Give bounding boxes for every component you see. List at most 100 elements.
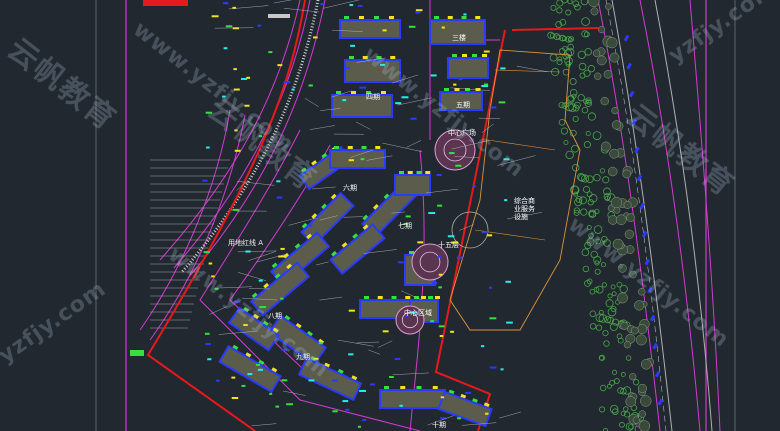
annotation-marker	[503, 158, 510, 161]
unit-tag	[334, 146, 339, 149]
annotation-marker	[231, 376, 236, 379]
tree	[580, 0, 589, 6]
annotation-marker	[437, 255, 442, 258]
residential-building	[437, 389, 493, 428]
annotation-marker	[472, 185, 476, 188]
tree	[602, 329, 609, 337]
residential-building	[394, 171, 431, 196]
tree	[589, 288, 596, 295]
annotation-marker	[342, 400, 349, 403]
annotation-marker	[453, 83, 457, 86]
leader-line	[304, 98, 319, 107]
unit-tag	[434, 16, 439, 19]
annotation-marker	[258, 135, 263, 138]
tree	[587, 112, 597, 121]
annotation-marker	[415, 9, 423, 12]
annotation-marker	[332, 410, 338, 413]
tree	[603, 340, 610, 347]
shrub	[618, 263, 627, 273]
annotation-marker	[486, 234, 493, 237]
shrub	[592, 49, 601, 57]
leader-line	[237, 250, 277, 253]
annotation-marker	[216, 379, 220, 382]
unit-tag	[475, 16, 481, 19]
annotation-marker	[488, 286, 492, 289]
annotation-marker	[348, 159, 354, 162]
shrub	[590, 7, 599, 16]
annotation-marker	[463, 13, 467, 16]
tree	[579, 72, 586, 79]
shrub	[603, 69, 613, 79]
tree	[580, 208, 588, 216]
leader-line	[392, 372, 429, 375]
tree	[589, 310, 597, 318]
annotation-marker	[205, 343, 212, 346]
annotation-marker	[431, 281, 438, 284]
unit-tag	[472, 54, 477, 57]
annotation-marker	[247, 373, 253, 376]
shrub	[600, 141, 611, 152]
annotation-marker	[308, 379, 315, 382]
building-footprint	[447, 57, 489, 79]
annotation-marker	[269, 392, 273, 395]
annotation-marker	[241, 384, 246, 387]
unit-tag	[361, 146, 367, 149]
annotation-marker	[211, 275, 215, 278]
shrub	[610, 197, 623, 209]
landscape-plaza	[395, 305, 425, 335]
tree	[585, 130, 591, 137]
residential-building	[329, 146, 386, 169]
unit-tag	[465, 88, 470, 91]
annotation-marker	[436, 174, 442, 177]
cad-viewport[interactable]: 三楼 四期 五期 中心广场 六期 七期 十五层 综合商业服务设施 用地红线 A …	[0, 0, 780, 431]
annotation-marker	[447, 235, 455, 238]
unit-tag	[428, 296, 433, 299]
building-footprint	[331, 94, 393, 118]
annotation-marker	[257, 24, 262, 27]
shrub	[638, 420, 651, 431]
annotation-marker	[231, 397, 239, 400]
annotation-marker	[345, 408, 350, 411]
annotation-marker	[397, 261, 404, 264]
tree	[556, 58, 563, 66]
tree	[572, 115, 579, 123]
leader-line	[337, 339, 374, 347]
residential-building	[439, 88, 483, 111]
label-tag	[268, 14, 290, 18]
unit-tag	[362, 56, 368, 59]
tree	[605, 299, 614, 308]
leader-line	[499, 411, 522, 419]
leader-line	[310, 125, 335, 130]
annotation-marker	[203, 251, 210, 254]
annotation-marker	[450, 330, 455, 333]
unit-tag	[364, 296, 369, 299]
tree	[589, 323, 597, 330]
tree	[556, 7, 563, 14]
shrub	[617, 292, 628, 304]
annotation-marker	[410, 311, 418, 314]
building-footprint	[329, 223, 386, 275]
annotation-marker	[440, 396, 445, 399]
building-footprint	[379, 389, 446, 409]
leader-line	[497, 155, 536, 166]
unit-tag	[432, 386, 438, 389]
annotation-marker	[243, 324, 248, 327]
leader-line	[406, 140, 422, 148]
leader-line	[382, 142, 423, 152]
leader-line	[251, 423, 277, 427]
road-line	[689, 0, 721, 431]
annotation-marker	[280, 247, 285, 250]
annotation-marker	[214, 287, 219, 290]
shrub	[607, 166, 618, 177]
leader-line	[319, 296, 343, 301]
annotation-marker	[208, 262, 213, 265]
tree	[609, 379, 615, 386]
road-centerline	[605, 0, 667, 431]
annotation-marker	[389, 376, 394, 379]
tree	[595, 324, 603, 331]
road-line	[187, 0, 326, 279]
unit-tag	[416, 386, 422, 389]
tree	[601, 282, 607, 288]
road-marker	[647, 286, 653, 294]
annotation-marker	[234, 129, 238, 132]
